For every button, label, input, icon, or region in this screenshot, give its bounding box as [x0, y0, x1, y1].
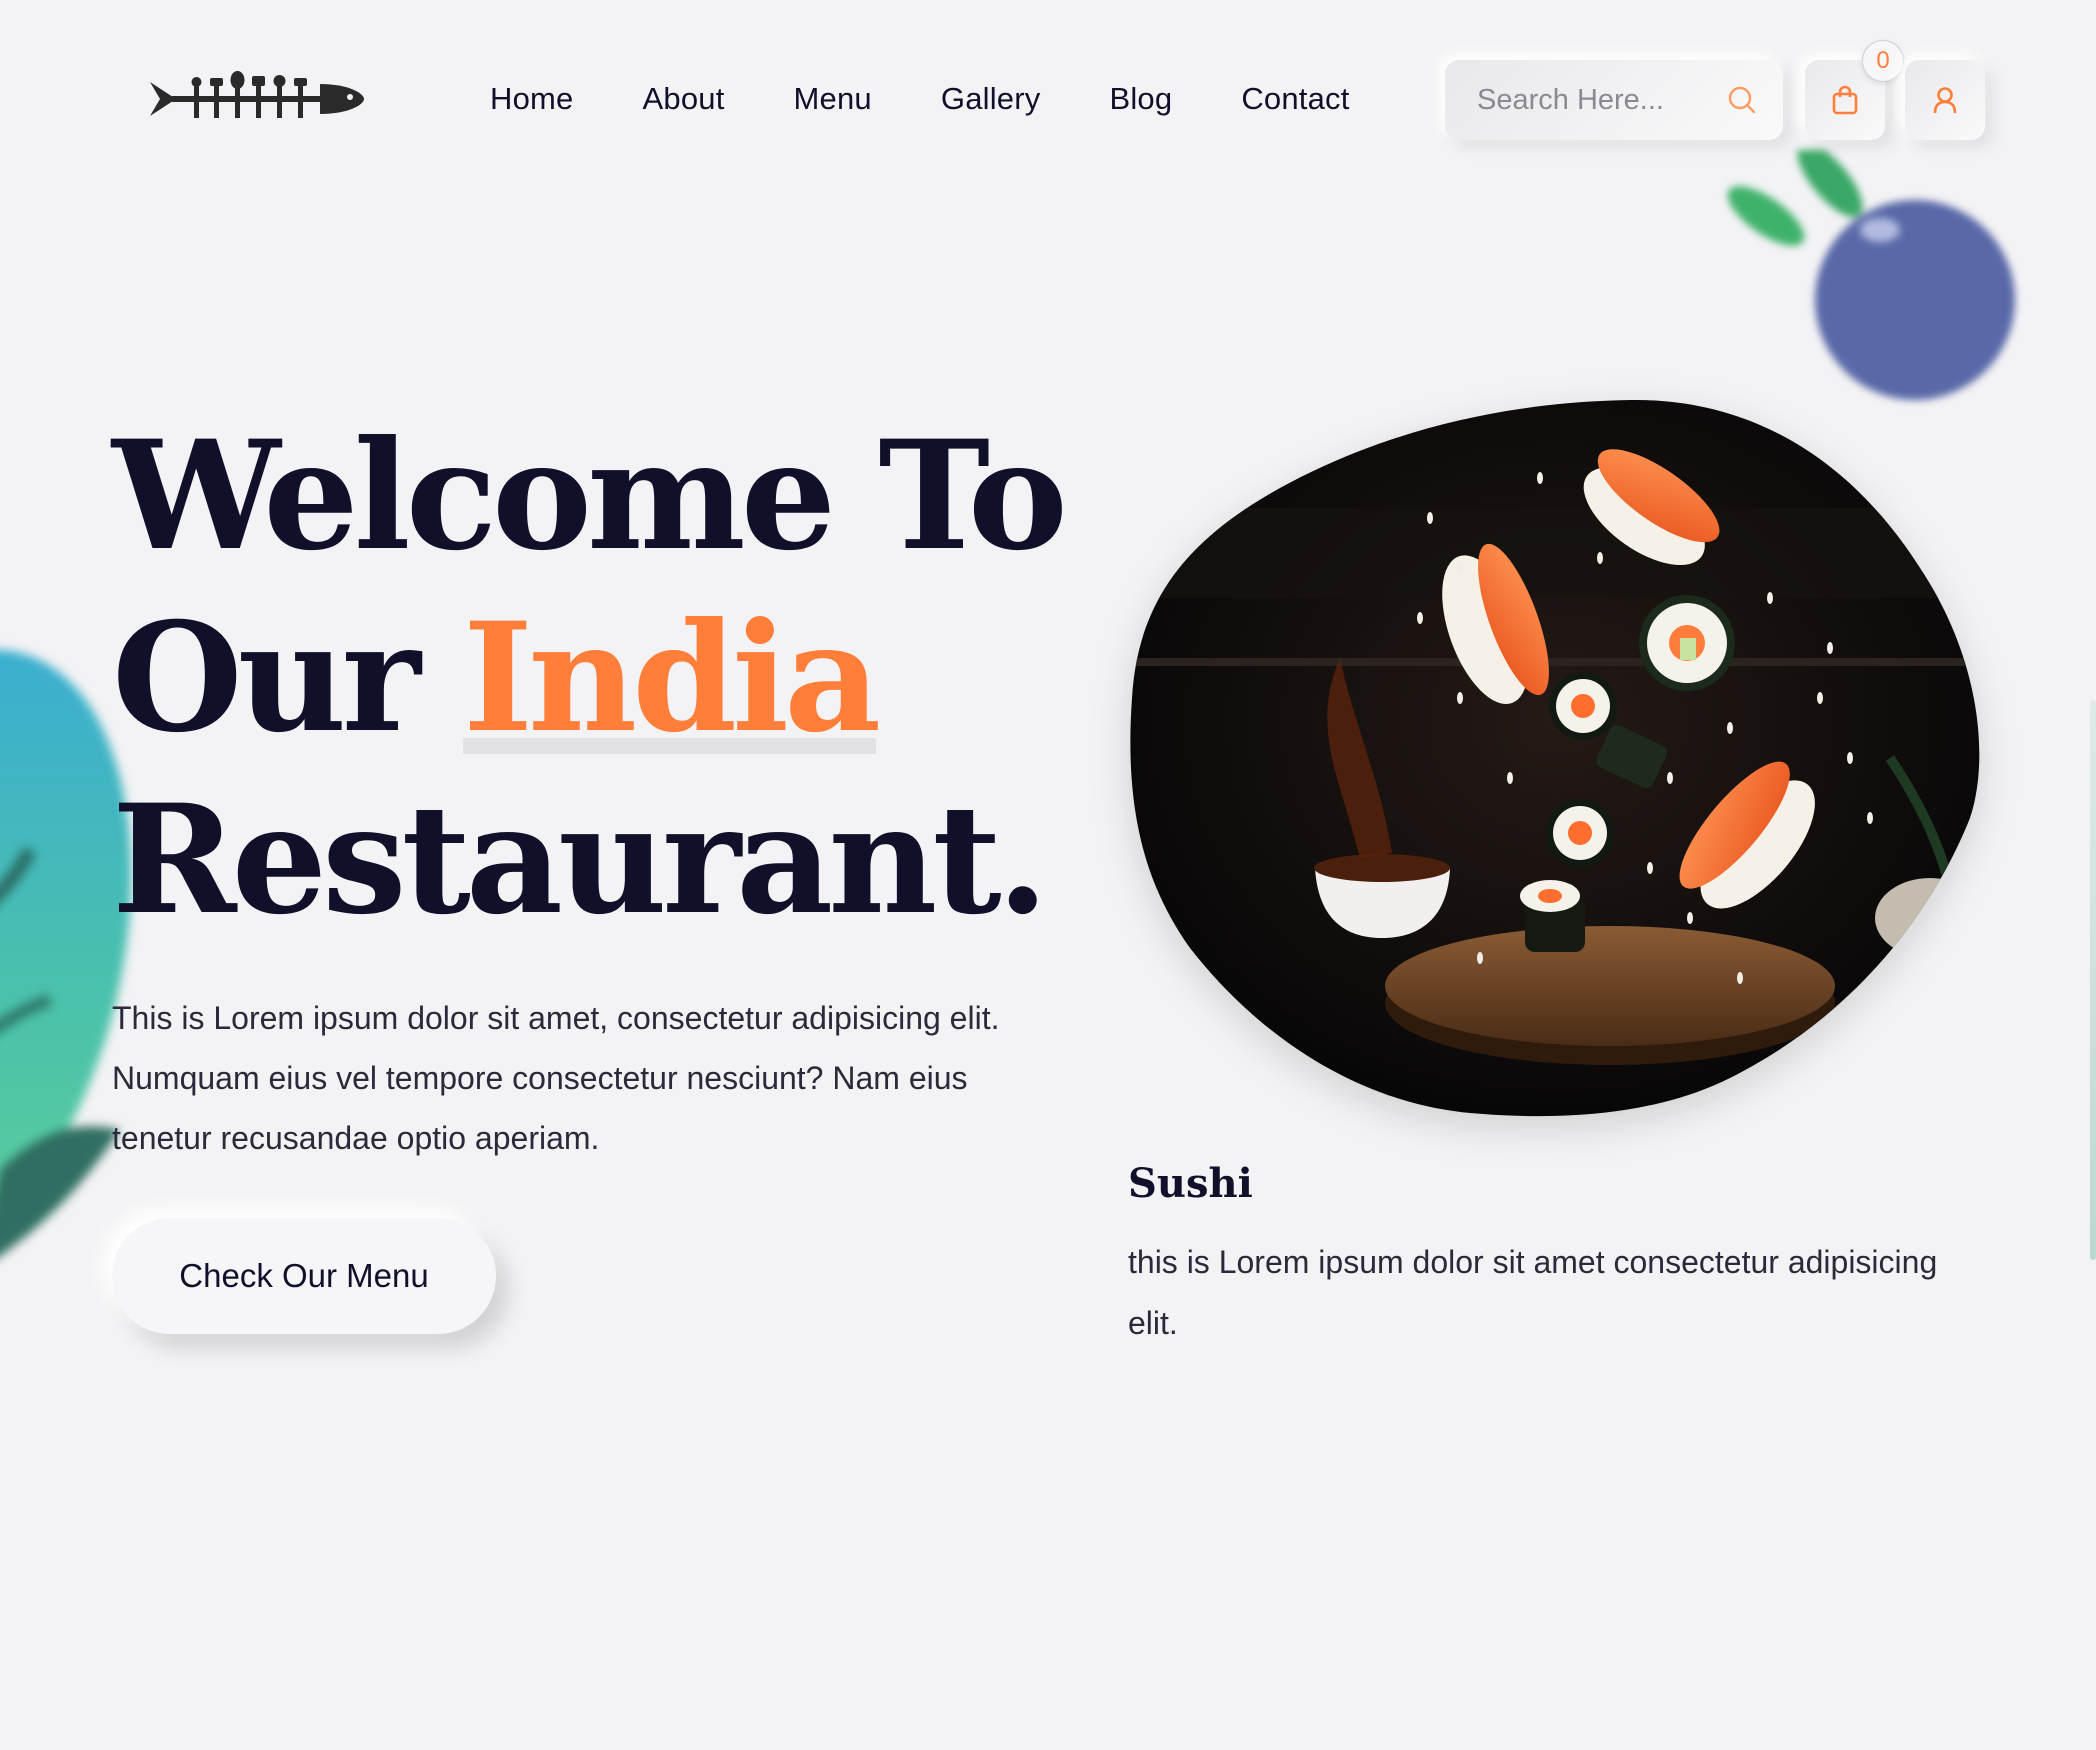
hero-title-line1: Welcome To	[112, 408, 1068, 584]
nav-gallery[interactable]: Gallery	[941, 72, 1041, 126]
search-box	[1445, 60, 1783, 140]
nav-menu[interactable]: Menu	[794, 72, 872, 126]
hero-title-prefix: Our	[112, 590, 463, 766]
fish-cutlery-logo[interactable]	[150, 68, 365, 130]
featured-dish-title: Sushi	[1128, 1160, 1253, 1207]
check-menu-button[interactable]: Check Our Menu	[112, 1218, 496, 1334]
main-nav: Home About Menu Gallery Blog Contact	[490, 72, 1350, 126]
nav-contact[interactable]: Contact	[1241, 72, 1349, 126]
featured-dish-description: this is Lorem ipsum dolor sit amet conse…	[1128, 1244, 1938, 1341]
sushi-image	[1130, 399, 1980, 1117]
hero-title: Welcome To Our India Restaurant.	[112, 405, 1068, 951]
nav-about[interactable]: About	[643, 72, 725, 126]
shopping-bag-icon	[1832, 85, 1858, 115]
hero-title-line3: Restaurant.	[112, 772, 1049, 948]
nav-blog[interactable]: Blog	[1109, 72, 1172, 126]
decorative-blueberry	[1727, 150, 2015, 400]
hero-description: This is Lorem ipsum dolor sit amet, cons…	[112, 1000, 1000, 1156]
search-input[interactable]	[1475, 82, 1727, 118]
user-icon	[1933, 87, 1957, 114]
decorative-edge	[2090, 700, 2096, 1260]
cart-count-badge: 0	[1862, 40, 1904, 82]
search-icon[interactable]	[1727, 85, 1757, 115]
user-button[interactable]	[1905, 60, 1985, 140]
hero-title-line2: Our India	[112, 587, 1063, 769]
hero-title-highlight: India	[462, 590, 881, 766]
nav-home[interactable]: Home	[490, 72, 574, 126]
